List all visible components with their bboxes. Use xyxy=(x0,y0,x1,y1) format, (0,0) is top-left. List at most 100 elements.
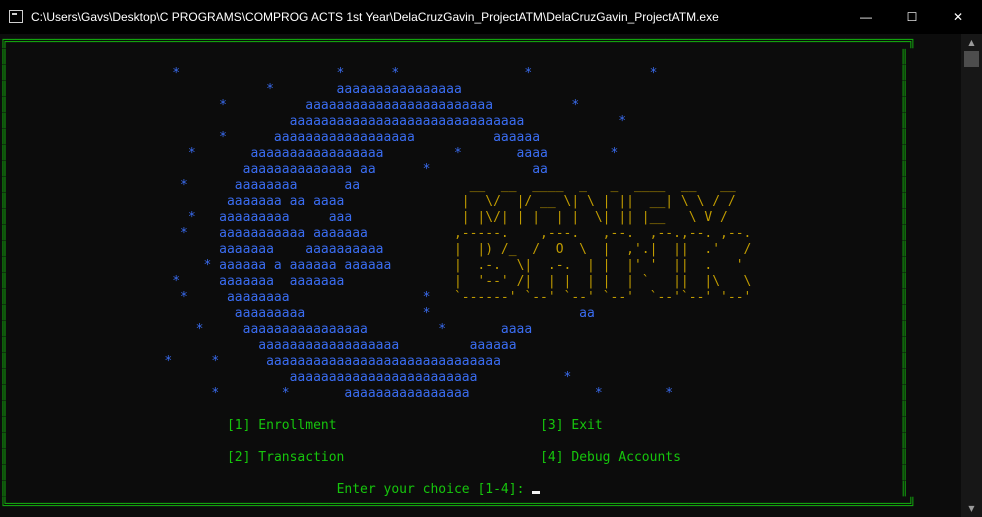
console-border-right: ║ xyxy=(900,386,908,401)
console-app-icon xyxy=(9,10,23,23)
console-border-left: ║ xyxy=(0,242,8,257)
console-border-left: ║ xyxy=(0,466,8,481)
console-border-left: ║ xyxy=(0,130,8,145)
console-border-right: ║ xyxy=(900,450,908,465)
ascii-art-globe-line: aaaaaaaaaaaaaaaaaaaaaaaaaaaaaa * xyxy=(7,114,901,129)
ascii-art-globe-line: aaaaaaaaaaaaaaaaaaaaaaaa * xyxy=(7,370,901,385)
ascii-art-globe-line: * * aaaaaaaaaaaaaaaaaaaaaaaaaaaaaa xyxy=(7,354,901,369)
console-border-left: ║ xyxy=(0,98,8,113)
ascii-art-globe-line: aaaaaaaaaaaaaa aa * aa xyxy=(7,162,901,177)
console-border-left: ║ xyxy=(0,226,8,241)
ascii-art-globe-line: * aaaaaaa aaaaaaa xyxy=(7,274,454,289)
console-border-left: ║ xyxy=(0,402,8,417)
scroll-down-button[interactable]: ▼ xyxy=(961,500,982,517)
money-bank-logo-line: `------' `--' `--' `--' `--'`--' '--' xyxy=(453,290,901,305)
console-border-left: ║ xyxy=(0,482,8,497)
money-bank-logo-line: | '--' /| | | | | | ` || |\ \ xyxy=(453,274,901,289)
console-border-left: ║ xyxy=(0,418,8,433)
ascii-art-globe-line: * aaaaaaaaaaaaaaaaa * aaaa * xyxy=(7,146,901,161)
console-border-left: ║ xyxy=(0,178,8,193)
ascii-art-globe-line: * aaaaaaaa * xyxy=(7,290,454,305)
ascii-art-globe-line: aaaaaaa aa aaaa xyxy=(7,194,462,209)
console-border-right: ║ xyxy=(900,98,908,113)
ascii-art-globe-line: * aaaaaaaaaaaaaaaaaa aaaaaa xyxy=(7,130,901,145)
console-border-left: ║ xyxy=(0,114,8,129)
scroll-up-button[interactable]: ▲ xyxy=(961,34,982,51)
console-border-left: ║ xyxy=(0,354,8,369)
ascii-art-globe-line: * * * * * xyxy=(7,66,901,81)
console-screen: ╔═══════════════════════════════════════… xyxy=(0,34,916,514)
console-border-right: ║ xyxy=(900,130,908,145)
ascii-art-globe-line: aaaaaaaaa * aa xyxy=(7,306,901,321)
minimize-icon: — xyxy=(860,10,872,24)
ascii-art-globe-line: * * aaaaaaaaaaaaaaaa * * xyxy=(7,386,901,401)
ascii-art-globe-line: aaaaaaaaaaaaaaaaaa aaaaaa xyxy=(7,338,901,353)
ascii-art-globe-line: * aaaaaaaaaaaaaaaa xyxy=(7,82,901,97)
console-output[interactable]: ╔═══════════════════════════════════════… xyxy=(0,34,961,517)
window-title: C:\Users\Gavs\Desktop\C PROGRAMS\COMPROG… xyxy=(31,10,719,24)
menu-option-enrollment: [1] Enrollment xyxy=(226,418,337,433)
money-bank-logo-line: | .-. \| .-. | | |' ' || . ' xyxy=(453,258,901,273)
console-border-left: ║ xyxy=(0,146,8,161)
console-border-right: ║ xyxy=(900,258,908,273)
choice-prompt: Enter your choice [1-4]: xyxy=(336,482,525,497)
console-border-right: ║ xyxy=(900,354,908,369)
console-border-right: ║ xyxy=(900,322,908,337)
console-border-left: ║ xyxy=(0,258,8,273)
console-border-left: ║ xyxy=(0,210,8,225)
console-border-right: ║ xyxy=(900,114,908,129)
ascii-art-globe-line: * aaaaaaaaaaaaaaaa * aaaa xyxy=(7,322,901,337)
minimize-button[interactable]: — xyxy=(843,0,889,34)
console-border-left: ║ xyxy=(0,50,8,65)
money-bank-logo-line: | |) /_ / O \ | ,'.| || .' / xyxy=(453,242,901,257)
menu-option-transaction: [2] Transaction xyxy=(226,450,345,465)
money-bank-logo-line: | |\/| | | | | \| || |__ \ V / xyxy=(461,210,901,225)
ascii-art-globe-line: * aaaaaaaaaaaaaaaaaaaaaaaa * xyxy=(7,98,901,113)
console-border-right: ║ xyxy=(900,338,908,353)
console-border-left: ║ xyxy=(0,66,8,81)
scroll-thumb[interactable] xyxy=(964,51,979,67)
console-border-right: ║ xyxy=(900,210,908,225)
console-border-right: ║ xyxy=(900,274,908,289)
console-border-left: ║ xyxy=(0,450,8,465)
ascii-art-globe-line: * aaaaaaaaa aaa xyxy=(7,210,462,225)
ascii-art-globe-line: * aaaaaaaaaaa aaaaaaa xyxy=(7,226,454,241)
console-border-right: ║ xyxy=(900,306,908,321)
maximize-icon: ☐ xyxy=(906,10,918,24)
console-border-left: ║ xyxy=(0,322,8,337)
console-border-right: ║ xyxy=(900,482,909,497)
arrow-down-icon: ▼ xyxy=(968,504,975,513)
console-border-left: ║ xyxy=(0,386,8,401)
console-border-left: ║ xyxy=(0,434,8,449)
close-icon: ✕ xyxy=(952,10,964,24)
menu-option-exit: [3] Exit xyxy=(540,418,603,433)
maximize-button[interactable]: ☐ xyxy=(889,0,935,34)
close-button[interactable]: ✕ xyxy=(935,0,981,34)
console-border-left: ║ xyxy=(0,82,8,97)
money-bank-logo-line: | \/ |/ __ \| \ | || __| \ \ / / xyxy=(461,194,901,209)
console-border-left: ║ xyxy=(0,274,8,289)
console-border-right: ║ xyxy=(900,194,908,209)
arrow-up-icon: ▲ xyxy=(968,38,975,47)
console-border-left: ║ xyxy=(0,338,8,353)
console-border-right: ║ xyxy=(900,242,908,257)
console-border-right: ║ xyxy=(900,226,908,241)
console-border-left: ║ xyxy=(0,290,8,305)
vertical-scrollbar[interactable]: ▲ ▼ xyxy=(961,34,982,517)
console-border-right: ║ xyxy=(900,178,908,193)
console-border-left: ║ xyxy=(0,306,8,321)
console-border-right: ║ xyxy=(900,402,908,417)
console-border-bottom: ╚═══════════════════════════════════════… xyxy=(0,498,916,513)
console-border-right: ║ xyxy=(900,466,908,481)
console-border-left: ║ xyxy=(0,194,8,209)
money-bank-logo-line: __ __ ____ _ _ ____ __ __ xyxy=(469,178,901,193)
console-border-right: ║ xyxy=(900,418,908,433)
